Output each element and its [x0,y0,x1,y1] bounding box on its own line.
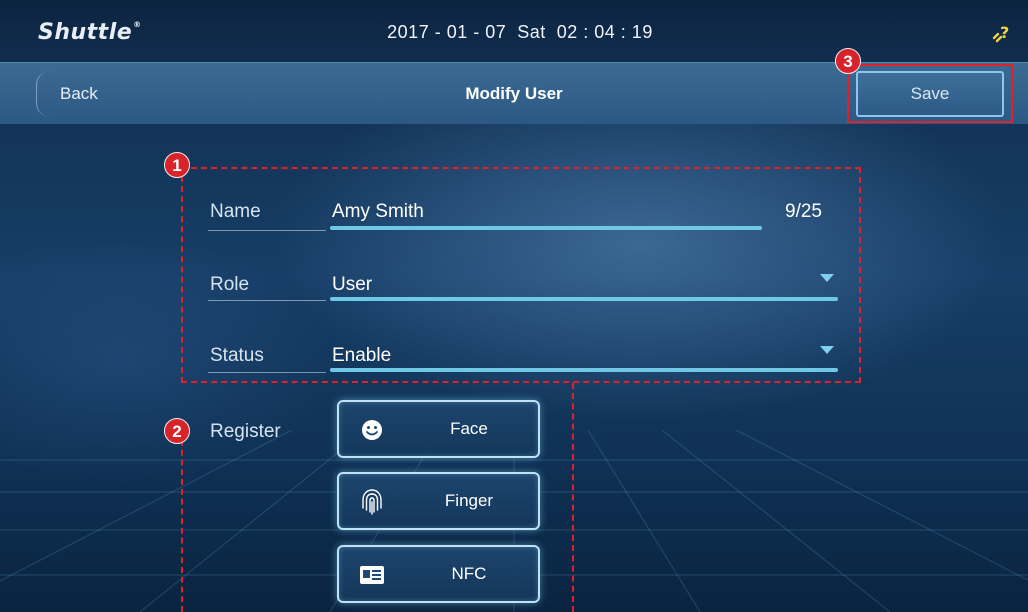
nfc-card-icon [359,565,385,585]
register-callout-frame-right [572,383,574,612]
finger-button-label: Finger [444,491,494,510]
face-button-label: Face [450,419,488,438]
register-finger-button[interactable]: Finger [337,472,540,530]
face-icon [361,419,383,441]
register-face-button[interactable]: Face [337,400,540,458]
name-label-underline [208,230,326,231]
name-label: Name [210,201,261,222]
link-status-icon[interactable]: ? [988,20,1014,46]
role-select-underline [330,297,838,301]
status-label-underline [208,372,326,373]
role-dropdown-arrow-icon[interactable] [820,274,834,282]
callout-badge-1: 1 [164,152,190,178]
fields-callout-frame [181,167,861,383]
register-label: Register [210,421,281,442]
name-input[interactable]: Amy Smith [332,201,424,223]
status-label: Status [210,345,264,366]
role-label: Role [210,274,250,295]
status-select-underline [330,368,838,372]
callout-badge-3: 3 [835,48,861,74]
nfc-button-label: NFC [451,564,487,583]
role-select[interactable]: User [332,274,372,296]
name-char-counter: 9/25 [785,201,822,222]
register-callout-frame-left [181,440,183,612]
name-input-underline [330,226,762,230]
datetime-display: 2017 - 01 - 07 Sat 02 : 04 : 19 [387,22,653,42]
fingerprint-icon [361,488,383,516]
fields-callout-frame-left [181,176,183,383]
save-callout-frame [847,64,1013,123]
role-label-underline [208,300,326,301]
status-dropdown-arrow-icon[interactable] [820,346,834,354]
status-select[interactable]: Enable [332,345,391,367]
shuttle-logo: Shuttle® [38,20,142,45]
page-title: Modify User [465,84,563,103]
register-nfc-button[interactable]: NFC [337,545,540,603]
fields-callout-frame-bottom [181,381,861,383]
status-bar: Shuttle® 2017 - 01 - 07 Sat 02 : 04 : 19… [0,0,1028,62]
callout-badge-2: 2 [164,418,190,444]
svg-text:?: ? [1000,23,1009,42]
back-button[interactable]: Back [36,63,146,125]
